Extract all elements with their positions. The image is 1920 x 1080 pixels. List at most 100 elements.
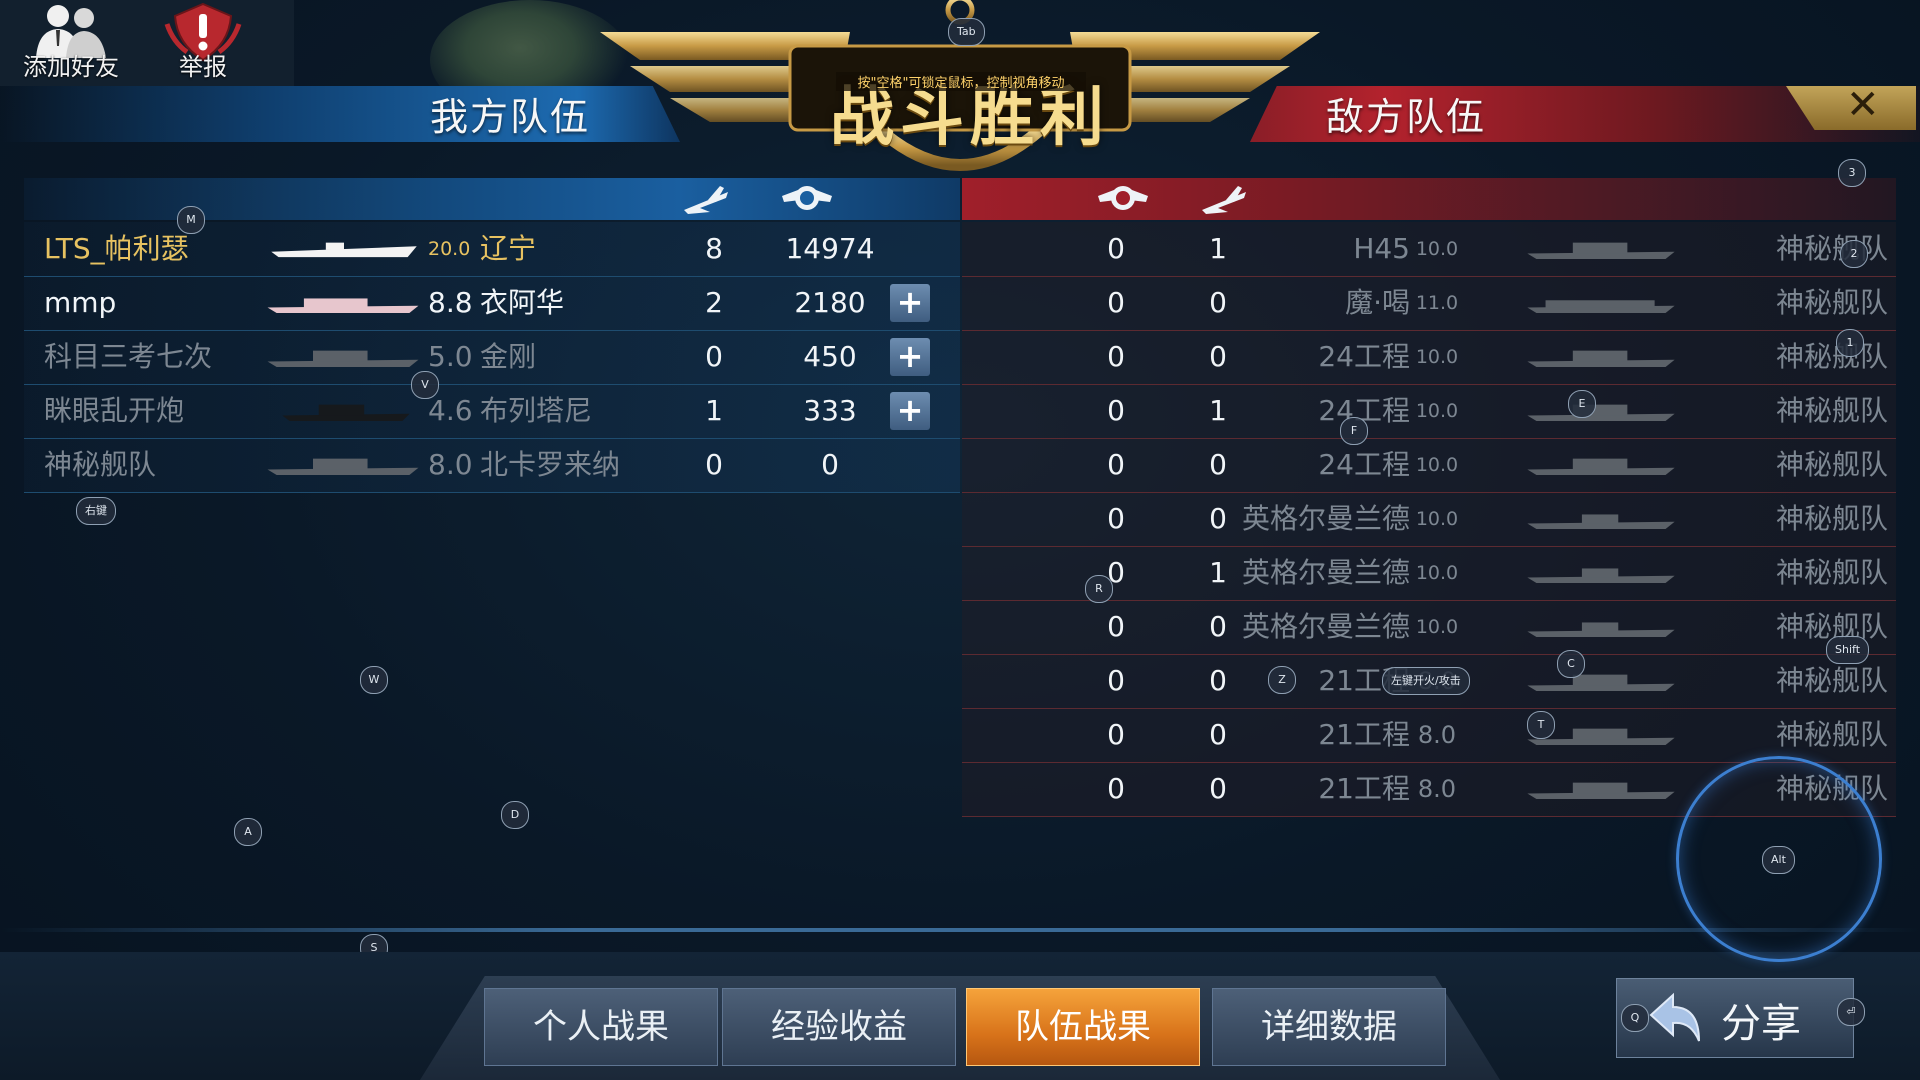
enemy-row[interactable]: 0 1 H45 10.0 神秘舰队 (962, 222, 1896, 277)
kills-plane-icon (684, 186, 728, 214)
add-friend-plus-button[interactable]: + (890, 338, 930, 376)
player-name: 眯眼乱开炮 (44, 394, 185, 427)
ship-silhouette-icon (1527, 782, 1675, 799)
enemy-row[interactable]: 0 0 21工程 8.0 神秘舰队 (962, 708, 1896, 763)
share-button[interactable]: 分享 (1616, 978, 1854, 1058)
score-value: 0 (1107, 232, 1125, 265)
ship-silhouette-icon (1527, 568, 1675, 583)
ally-team-title: 我方队伍 (430, 95, 591, 139)
tab-personal-results[interactable]: 个人战果 (484, 988, 718, 1066)
score-value: 0 (1107, 610, 1125, 643)
key-hint-t: T (1527, 711, 1555, 739)
ally-row[interactable]: LTS_帕利瑟 20.0 辽宁 8 14974 (24, 222, 960, 277)
key-hint-d: D (501, 801, 529, 829)
ship-silhouette-icon (1527, 242, 1675, 259)
score-value: 333 (803, 394, 857, 427)
enemy-row[interactable]: 0 0 魔·喝 11.0 神秘舰队 (962, 276, 1896, 331)
key-hint-2: 2 (1840, 240, 1868, 268)
player-name: 神秘舰队 (1775, 394, 1888, 427)
ally-row[interactable]: 科目三考七次 5.0 金刚 0 450 + (24, 330, 960, 385)
ship-silhouette-icon (267, 458, 419, 475)
kills-value: 1 (705, 394, 723, 427)
tab-detailed-data[interactable]: 详细数据 (1212, 988, 1446, 1066)
ship-rating: 10.0 (1415, 562, 1459, 584)
key-hint-v: V (411, 371, 439, 399)
ship-rating: 8.0 (428, 448, 473, 481)
player-name: 神秘舰队 (1775, 448, 1888, 481)
key-hint-m: M (177, 206, 205, 234)
player-name: 神秘舰队 (1775, 340, 1888, 373)
ship-name: 21工程 (1318, 718, 1410, 751)
ship-silhouette-icon (282, 404, 410, 421)
key-hint-shift: Shift (1826, 636, 1870, 664)
ship-name: 英格尔曼兰德 (1241, 556, 1410, 589)
ship-rating: 20.0 (428, 238, 471, 260)
ship-rating: 11.0 (1415, 292, 1459, 314)
tab-experience-gains[interactable]: 经验收益 (722, 988, 956, 1066)
tab-team-results[interactable]: 队伍战果 (966, 988, 1200, 1066)
ship-name: 布列塔尼 (480, 394, 593, 427)
score-value: 0 (1107, 448, 1125, 481)
enemy-table: 0 1 H45 10.0 神秘舰队 0 0 魔·喝 11.0 神秘舰队 0 0 … (962, 222, 1896, 817)
ship-rating: 10.0 (1415, 616, 1459, 638)
add-friend-plus-button[interactable]: + (890, 284, 930, 322)
ship-rating: 8.0 (1417, 775, 1457, 803)
enemy-row[interactable]: 0 0 英格尔曼兰德 10.0 神秘舰队 (962, 600, 1896, 655)
enemy-team-title: 敌方队伍 (1326, 95, 1487, 139)
kills-value: 0 (705, 340, 723, 373)
key-hint-w: W (360, 666, 388, 694)
kills-value: 0 (1209, 718, 1227, 751)
score-value: 0 (1107, 502, 1125, 535)
ship-name: 金刚 (480, 340, 537, 373)
enemy-row[interactable]: 0 0 24工程 10.0 神秘舰队 (962, 438, 1896, 493)
ship-rating: 10.0 (1415, 454, 1459, 476)
player-name: 科目三考七次 (44, 340, 213, 373)
kills-value: 8 (705, 232, 723, 265)
add-friend-label: 添加好友 (23, 53, 119, 81)
key-hint-alt: Alt (1762, 846, 1795, 874)
kills-value: 0 (1209, 664, 1227, 697)
player-name: mmp (44, 286, 117, 319)
player-name: 神秘舰队 (1775, 718, 1888, 751)
ship-name: 24工程 (1318, 448, 1410, 481)
player-name: 神秘舰队 (44, 448, 157, 481)
player-name: 神秘舰队 (1775, 556, 1888, 589)
ship-silhouette-icon (1527, 622, 1675, 637)
ally-row[interactable]: 神秘舰队 8.0 北卡罗来纳 0 0 (24, 438, 960, 493)
key-hint-e: E (1568, 390, 1596, 418)
add-friend-button[interactable]: 添加好友 (6, 0, 136, 86)
kills-value: 1 (1209, 394, 1227, 427)
score-value: 14974 (785, 232, 875, 265)
ship-name: 英格尔曼兰德 (1241, 502, 1410, 535)
key-hint-3: 3 (1838, 159, 1866, 187)
enemy-row[interactable]: 0 0 24工程 10.0 神秘舰队 (962, 330, 1896, 385)
player-name: LTS_帕利瑟 (44, 232, 189, 265)
score-value: 0 (821, 448, 839, 481)
score-value: 0 (1107, 772, 1125, 805)
enemy-score-emblem-icon (1098, 186, 1148, 210)
ship-name: 24工程 (1318, 394, 1410, 427)
ally-row[interactable]: 眯眼乱开炮 4.6 布列塔尼 1 333 + (24, 384, 960, 439)
kills-value: 0 (705, 448, 723, 481)
key-hint-tab: Tab (948, 18, 985, 46)
key-hint-1: 1 (1836, 329, 1864, 357)
report-button[interactable]: 举报 (138, 0, 268, 86)
score-value: 450 (803, 340, 857, 373)
enemy-row[interactable]: 0 1 24工程 10.0 神秘舰队 (962, 384, 1896, 439)
enemy-row[interactable]: 0 0 英格尔曼兰德 10.0 神秘舰队 (962, 492, 1896, 547)
ship-silhouette-icon (1527, 514, 1675, 529)
key-hint-q: Q (1621, 1004, 1649, 1032)
add-friend-plus-button[interactable]: + (890, 392, 930, 430)
score-emblem-icon (782, 186, 832, 210)
ship-name: 魔·喝 (1345, 286, 1410, 319)
enemy-kills-plane-icon (1202, 186, 1246, 214)
score-value: 2180 (794, 286, 866, 319)
close-icon: ✕ (1846, 82, 1880, 128)
ship-rating: 10.0 (1415, 400, 1459, 422)
ally-row[interactable]: mmp 8.8 衣阿华 2 2180 + (24, 276, 960, 331)
kills-value: 0 (1209, 772, 1227, 805)
key-hint-f: F (1340, 417, 1368, 445)
score-value: 0 (1107, 286, 1125, 319)
player-name: 神秘舰队 (1775, 502, 1888, 535)
ship-name: 北卡罗来纳 (480, 448, 621, 481)
